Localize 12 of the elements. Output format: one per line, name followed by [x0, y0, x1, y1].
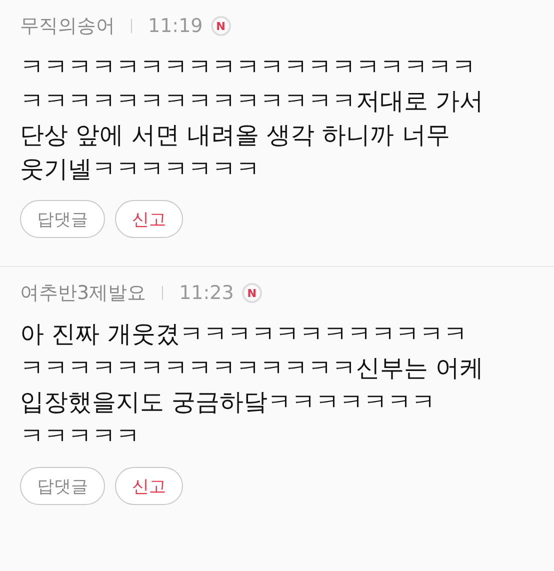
reply-button[interactable]: 답댓글: [20, 200, 105, 238]
new-badge: N: [210, 16, 231, 36]
comment-time: 11:23: [179, 282, 234, 304]
comment-text: ㅋㅋㅋㅋㅋㅋㅋㅋㅋㅋㅋㅋㅋㅋㅋㅋㅋㅋㅋ ㅋㅋㅋㅋㅋㅋㅋㅋㅋㅋㅋㅋㅋㅋ저대로 가서 단상 앞에 서면 내려올 생각 하니까 너무 웃기넬ㅋㅋㅋㅋㅋㅋㅋ: [20, 52, 485, 185]
author-name: 여추반3제발요: [20, 281, 146, 306]
comment-time: 11:19: [148, 15, 203, 37]
author-name: 무직의송어: [20, 14, 115, 39]
reply-button[interactable]: 답댓글: [20, 467, 105, 505]
new-badge: N: [242, 283, 262, 303]
comment-text: 아 진짜 개웃겼ㅋㅋㅋㅋㅋㅋㅋㅋㅋㅋㅋㅋ ㅋㅋㅋㅋㅋㅋㅋㅋㅋㅋㅋㅋㅋㅋ신부는 어케 입장했을지도 궁금하닼ㅋㅋㅋㅋㅋㅋㅋ ㅋㅋㅋㅋㅋ: [20, 319, 485, 452]
report-button[interactable]: 신고: [115, 467, 183, 505]
report-button[interactable]: 신고: [115, 200, 183, 238]
